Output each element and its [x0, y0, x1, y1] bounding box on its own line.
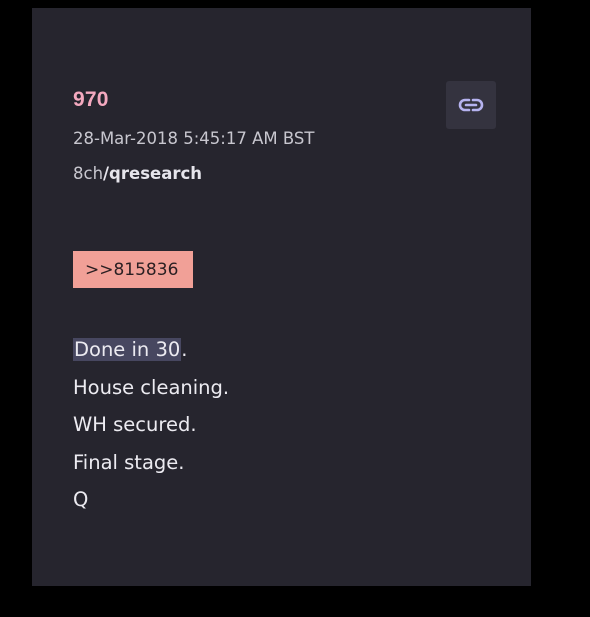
link-icon	[458, 98, 484, 112]
selected-text: Done in 30	[73, 338, 182, 361]
message-line: House cleaning.	[73, 375, 230, 399]
reply-reference-link[interactable]: >>815836	[73, 251, 193, 288]
board-prefix: 8ch	[73, 164, 104, 183]
message-line-rest: .	[181, 338, 188, 361]
board-path[interactable]: 8ch/qresearch	[73, 164, 202, 183]
message-line: WH secured.	[73, 413, 197, 436]
post-number: 970	[73, 88, 109, 111]
post-timestamp: 28-Mar-2018 5:45:17 AM BST	[73, 129, 315, 148]
copy-link-button[interactable]	[446, 81, 496, 129]
post-card: 970 28-Mar-2018 5:45:17 AM BST 8ch/qrese…	[32, 8, 531, 586]
message-line: Final stage.	[73, 450, 185, 474]
board-name: /qresearch	[103, 164, 203, 183]
message-line: Done in 30.	[73, 331, 229, 369]
post-message: Done in 30. House cleaning. WH secured. …	[73, 331, 229, 519]
message-signature: Q	[73, 488, 89, 511]
